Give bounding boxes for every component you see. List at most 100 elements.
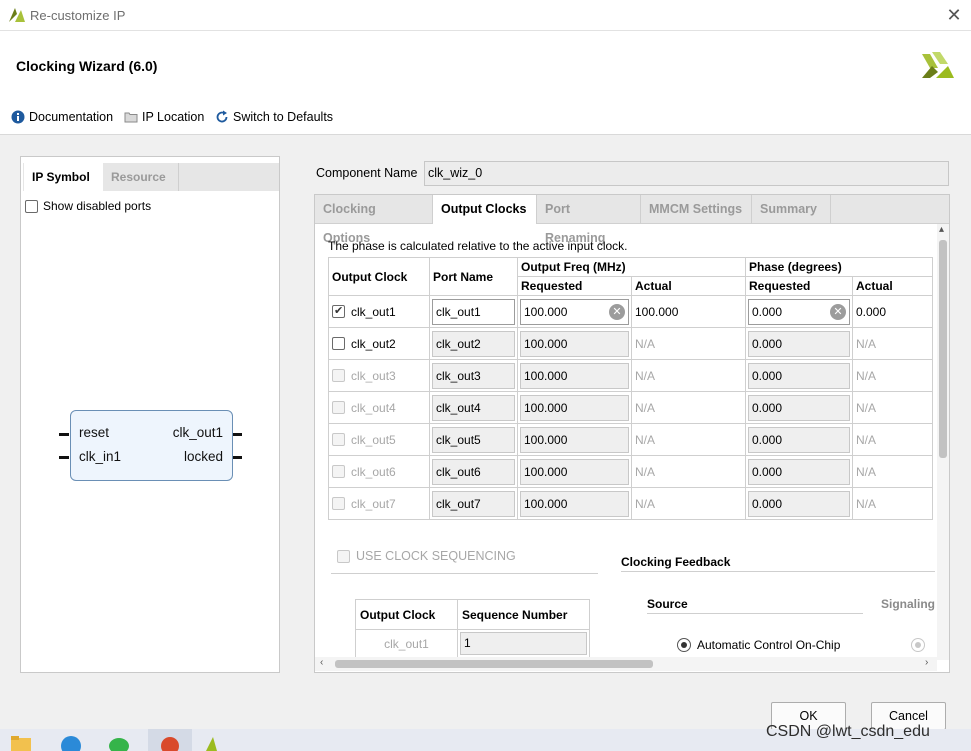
wechat-icon[interactable] bbox=[108, 735, 130, 751]
phase-requested-value: 0.000 bbox=[752, 432, 783, 447]
vertical-scrollbar[interactable]: ▴ bbox=[937, 224, 949, 660]
automatic-control-radio[interactable] bbox=[677, 638, 691, 652]
clock-sequencing-label: USE CLOCK SEQUENCING bbox=[356, 549, 516, 563]
phase-actual-cell: N/A bbox=[852, 455, 933, 488]
phase-requested-field[interactable]: 0.000 ✕ bbox=[748, 298, 850, 325]
signaling-radio[interactable] bbox=[911, 638, 925, 652]
show-disabled-ports[interactable]: Show disabled ports bbox=[25, 199, 151, 213]
freq-requested-field[interactable]: 100.000 bbox=[520, 362, 629, 389]
phase-requested-field[interactable]: 0.000 bbox=[748, 362, 850, 389]
output-clock-cell: clk_out4 bbox=[328, 391, 430, 424]
output-clock-checkbox[interactable] bbox=[332, 465, 345, 478]
freq-requested-value: 100.000 bbox=[524, 304, 568, 319]
refresh-icon bbox=[216, 110, 228, 123]
freq-requested-field[interactable]: 100.000 bbox=[520, 458, 629, 485]
col-output-clock: Output Clock bbox=[328, 257, 430, 296]
freq-requested-field[interactable]: 100.000 ✕ bbox=[520, 298, 629, 325]
wizard-title: Clocking Wizard (6.0) bbox=[16, 58, 158, 74]
output-clock-checkbox[interactable] bbox=[332, 401, 345, 414]
wizard-header: Clocking Wizard (6.0) bbox=[0, 31, 971, 89]
output-clock-cell: clk_out6 bbox=[328, 455, 430, 488]
tab-resource[interactable]: Resource bbox=[103, 163, 179, 191]
scroll-up-icon[interactable]: ▴ bbox=[939, 224, 944, 235]
phase-requested-value: 0.000 bbox=[752, 368, 783, 383]
phase-requested-field[interactable]: 0.000 bbox=[748, 426, 850, 453]
port-name-field[interactable]: clk_out4 bbox=[432, 394, 515, 421]
output-clock-toggle[interactable]: clk_out6 bbox=[332, 465, 426, 479]
port-name-cell: clk_out3 bbox=[429, 359, 518, 392]
documentation-link[interactable]: Documentation bbox=[11, 109, 113, 125]
vertical-scroll-thumb[interactable] bbox=[939, 240, 947, 458]
tab-clocking-options[interactable]: Clocking Options bbox=[315, 195, 433, 245]
watermark: CSDN @lwt_csdn_edu bbox=[766, 723, 930, 740]
use-clock-sequencing[interactable]: USE CLOCK SEQUENCING bbox=[337, 549, 516, 563]
ip-location-link[interactable]: IP Location bbox=[124, 109, 204, 125]
col-phase-actual: Actual bbox=[852, 276, 933, 296]
output-clock-toggle[interactable]: clk_out4 bbox=[332, 401, 426, 415]
vivado-taskbar-icon[interactable] bbox=[203, 735, 225, 751]
tab-output-clocks[interactable]: Output Clocks bbox=[433, 195, 537, 224]
tab-mmcm-settings[interactable]: MMCM Settings bbox=[641, 195, 752, 224]
pin-locked bbox=[232, 456, 242, 459]
table-row: clk_out1 1 bbox=[355, 629, 590, 658]
output-clock-checkbox[interactable] bbox=[332, 369, 345, 382]
output-clock-toggle[interactable]: clk_out7 bbox=[332, 497, 426, 511]
output-clock-cell: clk_out2 bbox=[328, 327, 430, 360]
output-clock-checkbox[interactable] bbox=[332, 433, 345, 446]
component-name-field[interactable]: clk_wiz_0 bbox=[424, 161, 949, 186]
phase-requested-field[interactable]: 0.000 bbox=[748, 458, 850, 485]
port-name-field[interactable]: clk_out3 bbox=[432, 362, 515, 389]
port-name-cell: clk_out4 bbox=[429, 391, 518, 424]
output-clock-toggle[interactable]: clk_out2 bbox=[332, 337, 426, 351]
output-clock-toggle[interactable]: clk_out3 bbox=[332, 369, 426, 383]
close-icon[interactable]: ✕ bbox=[944, 4, 964, 26]
output-clock-toggle[interactable]: clk_out5 bbox=[332, 433, 426, 447]
switch-defaults-link[interactable]: Switch to Defaults bbox=[215, 109, 333, 125]
port-name-field[interactable]: clk_out2 bbox=[432, 330, 515, 357]
output-clock-checkbox[interactable] bbox=[332, 497, 345, 510]
show-disabled-checkbox[interactable] bbox=[25, 199, 38, 213]
phase-requested-field[interactable]: 0.000 bbox=[748, 490, 850, 517]
freq-requested-field[interactable]: 100.000 bbox=[520, 394, 629, 421]
horizontal-scroll-thumb[interactable] bbox=[335, 660, 653, 668]
seq-number-cell: 1 bbox=[457, 629, 590, 658]
scroll-left-icon[interactable]: ‹ bbox=[320, 657, 323, 668]
freq-requested-field[interactable]: 100.000 bbox=[520, 330, 629, 357]
app-icon[interactable] bbox=[159, 735, 181, 751]
clear-icon[interactable]: ✕ bbox=[609, 303, 625, 320]
phase-requested-cell: 0.000 bbox=[745, 423, 853, 456]
automatic-control-option[interactable]: Automatic Control On-Chip bbox=[677, 638, 840, 652]
seq-number-field[interactable]: 1 bbox=[460, 632, 587, 655]
output-clock-name: clk_out4 bbox=[351, 400, 396, 415]
port-name-field[interactable]: clk_out5 bbox=[432, 426, 515, 453]
phase-requested-field[interactable]: 0.000 bbox=[748, 394, 850, 421]
show-disabled-label: Show disabled ports bbox=[43, 199, 152, 213]
port-name-field[interactable]: clk_out7 bbox=[432, 490, 515, 517]
ip-symbol-block: reset clk_in1 clk_out1 locked bbox=[70, 410, 233, 481]
horizontal-scrollbar[interactable]: ‹ › bbox=[315, 657, 937, 671]
browser-icon[interactable] bbox=[60, 735, 82, 751]
output-clock-toggle[interactable]: clk_out1 bbox=[332, 304, 426, 319]
col-phase-requested: Requested bbox=[745, 276, 853, 296]
freq-requested-field[interactable]: 100.000 bbox=[520, 426, 629, 453]
freq-actual-cell: N/A bbox=[631, 359, 746, 392]
tab-summary[interactable]: Summary bbox=[752, 195, 831, 224]
port-name-field[interactable]: clk_out1 bbox=[432, 298, 515, 325]
documentation-label: Documentation bbox=[29, 110, 114, 124]
output-clock-checkbox[interactable] bbox=[332, 337, 345, 350]
output-clock-checkbox[interactable] bbox=[332, 304, 345, 318]
port-name-cell: clk_out5 bbox=[429, 423, 518, 456]
port-name-field[interactable]: clk_out6 bbox=[432, 458, 515, 485]
scroll-right-icon[interactable]: › bbox=[925, 657, 928, 668]
clock-sequencing-checkbox[interactable] bbox=[337, 549, 350, 563]
freq-requested-field[interactable]: 100.000 bbox=[520, 490, 629, 517]
phase-requested-field[interactable]: 0.000 bbox=[748, 330, 850, 357]
phase-note: The phase is calculated relative to the … bbox=[328, 239, 628, 253]
tab-ip-symbol[interactable]: IP Symbol bbox=[24, 163, 103, 191]
file-explorer-icon[interactable] bbox=[10, 735, 32, 751]
tab-port-renaming[interactable]: Port Renaming bbox=[537, 195, 641, 245]
clear-icon[interactable]: ✕ bbox=[830, 303, 846, 320]
taskbar-active-slot bbox=[148, 729, 192, 751]
col-phase: Phase (degrees) bbox=[745, 257, 933, 277]
freq-requested-value: 100.000 bbox=[524, 368, 568, 383]
